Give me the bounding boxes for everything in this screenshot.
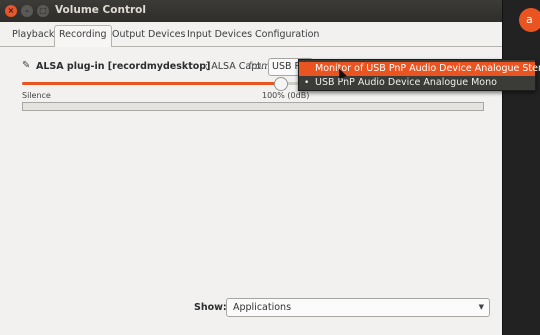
volume-control-window: × – □ Volume Control Playback Recording … xyxy=(0,0,503,335)
tab-bar: Playback Recording Output Devices Input … xyxy=(0,24,502,47)
menu-item-label: Monitor of USB PnP Audio Device Analogue… xyxy=(315,63,540,74)
volume-slider-fill xyxy=(22,82,280,85)
user-avatar[interactable]: a xyxy=(519,8,540,32)
menu-item-label: USB PnP Audio Device Analogue Mono xyxy=(315,77,497,88)
radio-bullet-icon: • xyxy=(304,78,310,88)
show-filter-value: Applications xyxy=(233,302,292,313)
chevron-down-icon: ▼ xyxy=(478,303,484,311)
stream-name: ALSA plug-in [recordmydesktop] xyxy=(36,61,211,72)
volume-slider-knob[interactable] xyxy=(273,77,288,91)
menu-item-monitor-stereo[interactable]: Monitor of USB PnP Audio Device Analogue… xyxy=(299,62,540,76)
tab-input-devices[interactable]: Input Devices xyxy=(183,26,256,44)
peak-level-meter xyxy=(22,102,484,111)
tab-output-devices[interactable]: Output Devices xyxy=(108,26,189,44)
from-label: from xyxy=(248,61,271,72)
tab-playback[interactable]: Playback xyxy=(8,26,58,44)
minimize-window-button[interactable]: – xyxy=(21,5,33,17)
pencil-icon: ✎ xyxy=(22,60,31,71)
tab-configuration[interactable]: Configuration xyxy=(251,26,323,44)
close-window-button[interactable]: × xyxy=(5,5,17,17)
show-label: Show: xyxy=(194,302,227,313)
title-bar: × – □ Volume Control xyxy=(0,0,502,22)
tab-recording[interactable]: Recording xyxy=(54,25,112,47)
max-volume-label: 100% (0dB) xyxy=(262,91,310,100)
silence-label: Silence xyxy=(22,91,51,100)
maximize-window-button[interactable]: □ xyxy=(37,5,49,17)
menu-item-analogue-mono[interactable]: • USB PnP Audio Device Analogue Mono xyxy=(299,76,535,90)
show-filter-dropdown[interactable]: Applications ▼ xyxy=(226,298,490,317)
source-device-menu: Monitor of USB PnP Audio Device Analogue… xyxy=(298,59,540,91)
window-title: Volume Control xyxy=(55,4,146,16)
